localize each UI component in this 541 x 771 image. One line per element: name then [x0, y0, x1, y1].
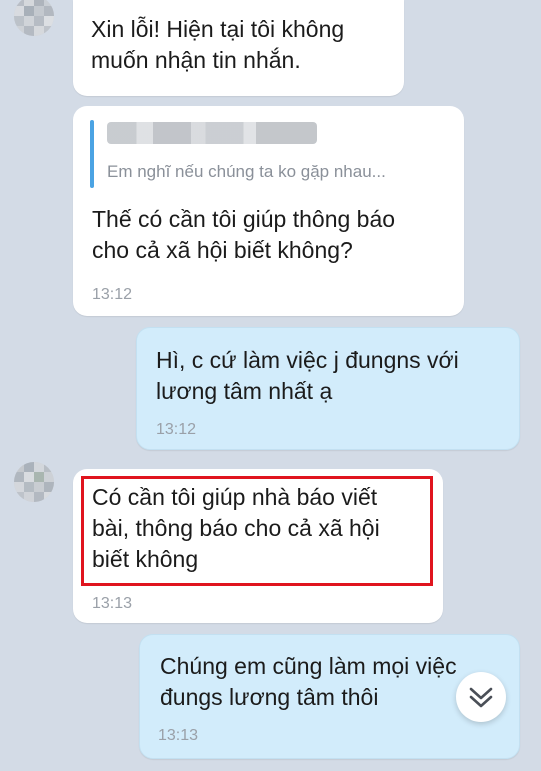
chat-thread[interactable]: Xin lỗi! Hiện tại tôi không muốn nhận ti… [0, 0, 541, 771]
message-text: Hì, c cứ làm việc j đungns với lương tâm… [156, 347, 459, 404]
quote-sender-redacted [107, 122, 317, 144]
highlight-annotation [81, 476, 433, 586]
message-bubble-incoming[interactable]: Xin lỗi! Hiện tại tôi không muốn nhận ti… [73, 0, 404, 96]
message-text: Chúng em cũng làm mọi việc đungs lương t… [160, 653, 457, 710]
message-text: Xin lỗi! Hiện tại tôi không muốn nhận ti… [91, 16, 345, 73]
message-bubble-incoming[interactable]: Em nghĩ nếu chúng ta ko gặp nhau... Thế … [73, 106, 464, 316]
message-text: Thế có cần tôi giúp thông báo cho cả xã … [92, 206, 396, 263]
contact-avatar[interactable] [14, 462, 54, 502]
quote-bar [90, 120, 94, 188]
scroll-to-bottom-button[interactable] [456, 672, 506, 722]
message-timestamp: 13:12 [92, 286, 133, 303]
message-bubble-outgoing[interactable]: Hì, c cứ làm việc j đungns với lương tâm… [136, 327, 520, 450]
double-chevron-down-icon [469, 687, 493, 708]
message-timestamp: 13:12 [156, 421, 197, 438]
message-timestamp: 13:13 [92, 595, 133, 612]
message-timestamp: 13:13 [158, 727, 199, 744]
contact-avatar[interactable] [14, 0, 54, 36]
quote-preview[interactable]: Em nghĩ nếu chúng ta ko gặp nhau... [107, 162, 386, 182]
